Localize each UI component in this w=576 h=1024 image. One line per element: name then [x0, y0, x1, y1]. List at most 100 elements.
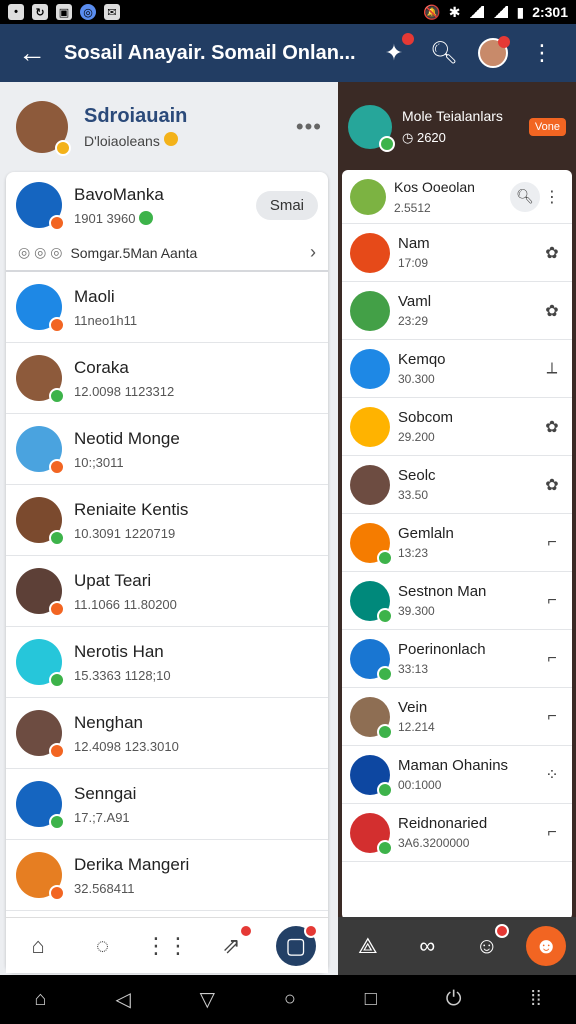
action-icon[interactable]: ✿: [540, 301, 564, 321]
right-header: Mole Teialanlars ◷ 2620 Vone: [338, 82, 576, 172]
down-nav-icon[interactable]: ▽: [200, 987, 215, 1012]
contact-meta: 11neo1h11: [74, 312, 138, 328]
more-icon[interactable]: ⋮: [540, 187, 564, 207]
status-badge: [377, 839, 393, 856]
list-item[interactable]: Derika Mangeri 32.568411: [6, 840, 328, 911]
contact-meta: 12.0098 1123312: [74, 383, 175, 399]
puzzle-icon[interactable]: ✦: [378, 33, 414, 69]
chat-bubble-icon[interactable]: ☺: [467, 924, 509, 966]
list-item[interactable]: Vein 12.214 ⌐: [342, 688, 572, 746]
list-header[interactable]: Kos Ooeolan 2.5512 🔍︎ ⋮: [342, 170, 572, 224]
right-panel: Mole Teialanlars ◷ 2620 Vone Kos Ooeolan…: [338, 82, 576, 975]
home-icon[interactable]: ⌂: [18, 926, 58, 966]
app-bar: ← Sosail Anayair. Somail Onlan... ✦ 🔍︎ ⋮: [0, 24, 576, 82]
featured-item[interactable]: BavoManka 1901 3960 Smai ◎ ◎ ◎ Somgar.5M…: [6, 172, 328, 272]
right-tab-bar: ⟁ ∞ ☺ ☻: [338, 917, 576, 975]
contact-meta: 3A6.3200000: [398, 836, 470, 850]
action-icon[interactable]: ⟂: [540, 360, 564, 378]
avatar: [350, 178, 386, 215]
list-item[interactable]: Upat Teari 11.1066 11.80200: [6, 556, 328, 627]
sync-icon: ↻: [32, 4, 48, 20]
contact-name: Reniaite Kentis: [74, 499, 189, 519]
network-icon[interactable]: ⟁: [348, 926, 388, 966]
avatar: [16, 710, 65, 759]
action-button[interactable]: Smai: [255, 190, 318, 220]
circle-nav-icon[interactable]: ○: [284, 988, 296, 1011]
notification-icon: •: [8, 4, 24, 20]
back-nav-icon[interactable]: ◁: [115, 987, 130, 1012]
status-badge: [49, 743, 65, 759]
featured-link[interactable]: ◎ ◎ ◎ Somgar.5Man Aanta ›: [6, 228, 328, 263]
list-item[interactable]: Sestnon Man 39.300 ⌐: [342, 572, 572, 630]
list-item[interactable]: Nam 17:09 ✿: [342, 224, 572, 282]
contact-meta: 32.568411: [74, 880, 135, 896]
action-icon[interactable]: ⌐: [540, 650, 564, 668]
list-item[interactable]: Seolc 33.50 ✿: [342, 456, 572, 514]
contact-name: Sestnon Man: [398, 583, 487, 600]
list-item[interactable]: Vaml 23:29 ✿: [342, 282, 572, 340]
avatar: [16, 852, 65, 901]
action-icon[interactable]: ✿: [540, 243, 564, 263]
avatar[interactable]: [348, 105, 395, 152]
action-icon[interactable]: ✿: [540, 475, 564, 495]
status-badge: [49, 215, 65, 231]
mail-icon: ✉: [104, 4, 120, 20]
contact-name: Derika Mangeri: [74, 854, 190, 874]
list-item[interactable]: Maman Ohanins 00:1000 ⁘: [342, 746, 572, 804]
list-item[interactable]: Reniaite Kentis 10.3091 1220719: [6, 485, 328, 556]
tag-badge[interactable]: Vone: [528, 118, 566, 136]
contact-name: Coraka: [74, 357, 129, 377]
list-item[interactable]: Gemlaln 13:23 ⌐: [342, 514, 572, 572]
avatar: [16, 568, 65, 617]
search-icon[interactable]: 🔍︎: [428, 37, 460, 69]
bag-icon[interactable]: ▢: [275, 923, 318, 966]
contact-meta: 23:29: [398, 314, 429, 328]
share-icon[interactable]: ⇗: [211, 923, 254, 966]
contact-meta: 17:09: [398, 256, 429, 270]
home-nav-icon[interactable]: ⌂: [34, 988, 46, 1011]
list-item[interactable]: Neotid Monge 10:;3011: [6, 414, 328, 485]
contact-name: Vaml: [398, 293, 432, 310]
image-icon: ▣: [56, 4, 72, 20]
loop-icon[interactable]: ∞: [407, 926, 447, 966]
clock: 2:301: [532, 4, 568, 20]
profile-name: Sdroiauain: [84, 105, 188, 127]
verified-icon: [139, 211, 154, 225]
avatar[interactable]: [16, 101, 71, 156]
contact-name: Seolc: [398, 467, 436, 484]
action-icon[interactable]: ⌐: [540, 708, 564, 726]
action-icon[interactable]: ⌐: [540, 824, 564, 842]
action-icon[interactable]: ⁘: [540, 765, 564, 785]
list-item[interactable]: Sobcom 29.200 ✿: [342, 398, 572, 456]
left-tab-bar: ⌂ ◌ ⋮⋮ ⇗ ▢: [6, 917, 328, 973]
more-icon[interactable]: ⋮: [526, 37, 558, 69]
chat-list: BavoManka 1901 3960 Smai ◎ ◎ ◎ Somgar.5M…: [6, 172, 328, 972]
list-item[interactable]: Reidnonaried 3A6.3200000 ⌐: [342, 804, 572, 862]
action-icon[interactable]: ⌐: [540, 592, 564, 610]
list-item[interactable]: Maoli 11neo1h11: [6, 272, 328, 343]
avatar: [350, 464, 390, 505]
chat-icon[interactable]: ◌: [83, 926, 123, 966]
list-item[interactable]: Senngai 17.;7.A91: [6, 769, 328, 840]
list-item[interactable]: Nenghan 12.4098 123.3010: [6, 698, 328, 769]
more-horizontal-icon[interactable]: •••: [296, 114, 322, 140]
power-nav-icon[interactable]: ⏻: [446, 988, 462, 1011]
square-nav-icon[interactable]: □: [365, 988, 377, 1011]
list-item[interactable]: Poerinonlach 33:13 ⌐: [342, 630, 572, 688]
list-item[interactable]: Coraka 12.0098 1123312: [6, 343, 328, 414]
action-icon[interactable]: ✿: [540, 417, 564, 437]
status-badge: [377, 607, 393, 624]
profile-avatar[interactable]: [478, 36, 510, 68]
smile-icon[interactable]: ☻: [526, 926, 567, 966]
dots-nav-icon[interactable]: ⁞⁞: [530, 988, 541, 1011]
system-nav-bar: ⌂ ◁ ▽ ○ □ ⏻ ⁞⁞: [0, 975, 576, 1024]
list-item[interactable]: Kemqo 30.300 ⟂: [342, 340, 572, 398]
action-icon[interactable]: ⌐: [540, 534, 564, 552]
search-icon[interactable]: 🔍︎: [510, 181, 540, 212]
status-badge: [377, 781, 393, 798]
grid-icon[interactable]: ⋮⋮: [145, 926, 189, 966]
signal-icon: [492, 6, 509, 18]
back-button[interactable]: ←: [0, 37, 64, 69]
list-item[interactable]: Nerotis Han 15.3363 1128;10: [6, 627, 328, 698]
contact-name: Nerotis Han: [74, 641, 164, 661]
